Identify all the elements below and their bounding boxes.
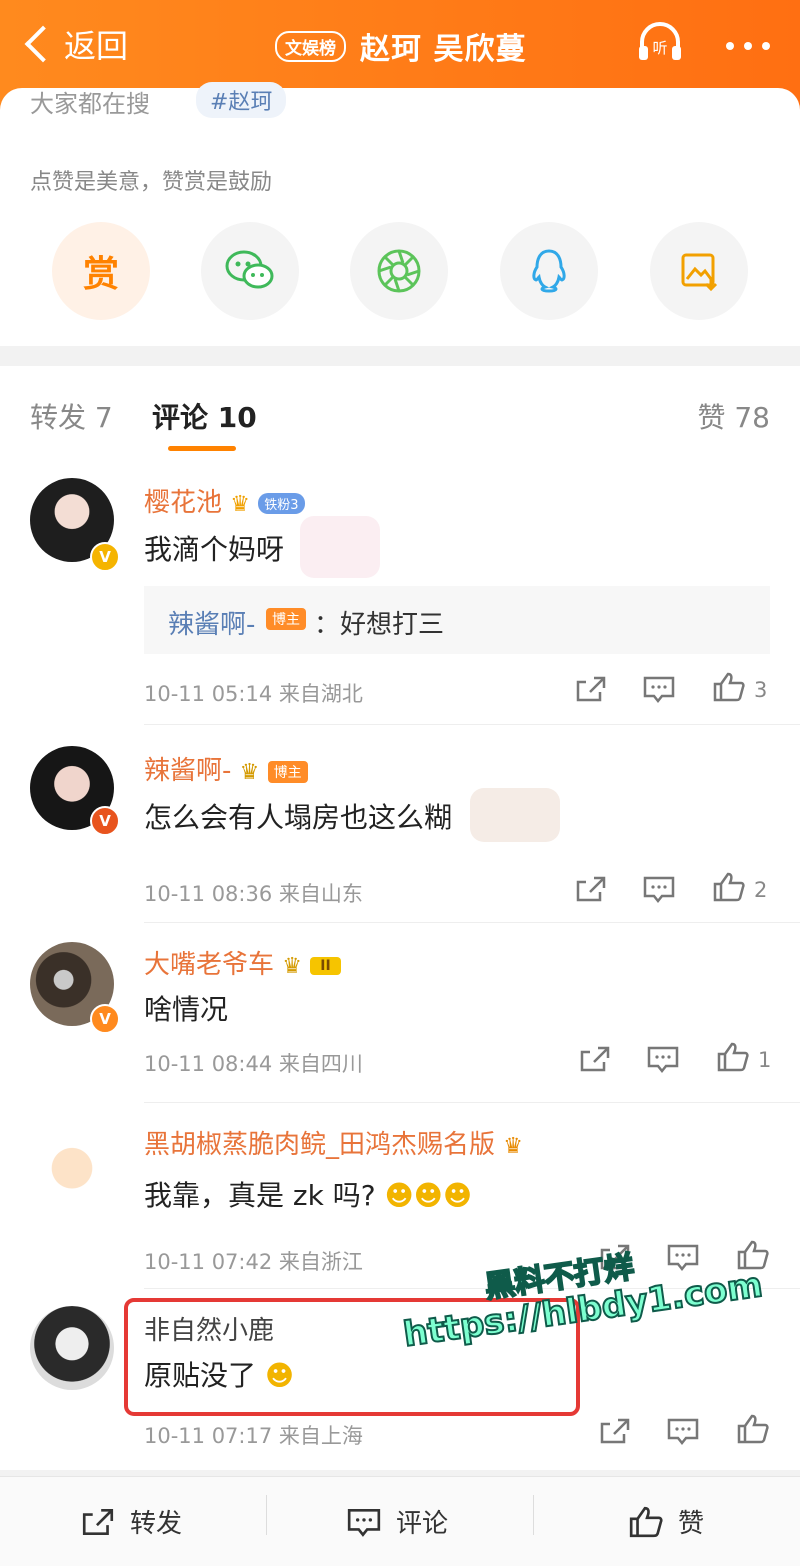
comment-icon	[347, 1508, 381, 1537]
tab-repost[interactable]: 转发 7	[30, 396, 113, 436]
headphones-icon: 听	[639, 22, 681, 60]
crown-icon: ♛	[230, 492, 251, 517]
fan-badge: 铁粉3	[258, 493, 305, 514]
bottom-action-bar: 转发 评论 赞	[0, 1476, 800, 1566]
comment-icon[interactable]	[666, 1416, 700, 1446]
comment-icon[interactable]	[646, 1044, 680, 1074]
commenter-name[interactable]: 樱花池	[144, 488, 222, 518]
like-count: 3	[754, 678, 768, 702]
share-qq-button[interactable]	[500, 222, 598, 320]
share-icon[interactable]	[574, 674, 608, 704]
commenter-name[interactable]: 辣酱啊-	[144, 756, 231, 786]
reward-prompt: 点赞是美意，赞赏是鼓励	[30, 170, 273, 195]
back-button[interactable]: 返回	[22, 22, 128, 66]
repost-label: 转发	[130, 1509, 183, 1539]
divider	[533, 1495, 534, 1535]
save-image-button[interactable]	[650, 222, 748, 320]
comment-label: 评论	[396, 1509, 449, 1539]
commenter-name[interactable]: 黑胡椒蒸脆肉鲩_田鸿杰赐名版	[144, 1130, 495, 1160]
share-icon[interactable]	[578, 1044, 612, 1074]
laugh-cry-emoji-icon: ☻☻☻	[384, 1179, 473, 1212]
dot-icon	[726, 42, 734, 50]
wechat-icon	[225, 250, 274, 289]
reply-author[interactable]: 辣酱啊-	[168, 604, 255, 641]
qq-icon	[532, 249, 566, 293]
author-badge: 博主	[266, 608, 306, 630]
divider	[266, 1495, 267, 1535]
comment-text: 怎么会有人塌房也这么糊	[144, 801, 453, 834]
tab-bar: 转发 7 评论 10 赞 78	[0, 366, 800, 459]
sticker-decoration	[300, 516, 380, 578]
verified-badge-icon: V	[90, 806, 120, 836]
comment-meta: 10-11 05:14 来自湖北	[144, 682, 363, 706]
back-label: 返回	[64, 27, 129, 65]
comment-meta: 10-11 07:17 来自上海	[144, 1424, 363, 1448]
comment-button[interactable]: 评论	[346, 1503, 448, 1540]
page-title: 赵珂 吴欣蔓	[360, 32, 527, 67]
comment-text: 啥情况	[144, 993, 229, 1026]
hot-search-label: 大家都在搜	[30, 90, 150, 118]
crown-icon: ♛	[503, 1134, 524, 1159]
like-icon[interactable]	[736, 1414, 770, 1444]
comment-meta: 10-11 07:42 来自浙江	[144, 1250, 363, 1274]
reply-box[interactable]: 辣酱啊- 博主 ：好想打三	[144, 586, 770, 654]
like-icon[interactable]	[716, 1042, 750, 1072]
reply-text: ：好想打三	[314, 610, 445, 640]
tab-comment[interactable]: 评论 10	[152, 396, 257, 436]
active-tab-indicator	[168, 446, 236, 451]
comment-meta: 10-11 08:36 来自山东	[144, 882, 363, 906]
crown-icon: ♛	[239, 760, 260, 785]
sticker-decoration	[470, 788, 560, 842]
svg-text:听: 听	[652, 39, 667, 57]
dot-icon	[744, 42, 752, 50]
comment-text: 我靠，真是 zk 吗?	[144, 1179, 376, 1212]
like-icon	[629, 1506, 663, 1537]
channel-badge[interactable]: 文娱榜	[275, 30, 346, 62]
share-icon[interactable]	[598, 1416, 632, 1446]
verified-badge-icon: V	[90, 542, 120, 572]
like-button[interactable]: 赞	[628, 1503, 704, 1540]
comment-icon[interactable]	[642, 674, 676, 704]
comment-icon[interactable]	[666, 1242, 700, 1272]
comment-list: V 樱花池 ♛ 铁粉3 我滴个妈呀 辣酱啊- 博主 ：好想打三 10-11 05…	[0, 458, 800, 1470]
comment-icon[interactable]	[642, 874, 676, 904]
share-wechat-button[interactable]	[201, 222, 299, 320]
commenter-name[interactable]: 非自然小鹿	[144, 1310, 274, 1347]
divider	[144, 724, 800, 725]
like-count: 2	[754, 878, 768, 902]
comment-meta: 10-11 08:44 来自四川	[144, 1052, 363, 1076]
reward-button[interactable]: 赏	[52, 222, 150, 320]
header-title-group: 文娱榜 赵珂 吴欣蔓	[275, 24, 526, 68]
laugh-cry-emoji-icon: ☻	[264, 1359, 295, 1392]
share-moments-button[interactable]	[350, 222, 448, 320]
share-icon[interactable]	[574, 874, 608, 904]
chevron-left-icon	[24, 25, 62, 63]
like-icon[interactable]	[712, 672, 746, 702]
hot-search-tag[interactable]: #赵珂	[196, 82, 287, 118]
moments-icon	[377, 249, 421, 293]
like-label: 赞	[678, 1509, 705, 1539]
divider	[144, 922, 800, 923]
like-count: 1	[758, 1048, 772, 1072]
verified-badge-icon: V	[90, 1004, 120, 1034]
commenter-name[interactable]: 大嘴老爷车	[144, 950, 274, 980]
divider	[144, 1102, 800, 1103]
share-icon	[82, 1508, 114, 1535]
avatar[interactable]	[30, 1306, 114, 1390]
level-badge: II	[310, 956, 341, 975]
comment-text: 原贴没了	[144, 1359, 257, 1392]
listen-button[interactable]: 听	[636, 20, 684, 64]
save-image-icon	[681, 253, 718, 292]
more-options-button[interactable]	[726, 42, 770, 50]
comment-text: 我滴个妈呀	[144, 533, 285, 566]
dot-icon	[762, 42, 770, 50]
crown-icon: ♛	[282, 954, 303, 979]
like-icon[interactable]	[712, 872, 746, 902]
repost-button[interactable]: 转发	[80, 1503, 182, 1540]
tab-like[interactable]: 赞 78	[697, 396, 770, 436]
avatar[interactable]	[30, 1122, 114, 1206]
author-badge: 博主	[267, 760, 308, 783]
